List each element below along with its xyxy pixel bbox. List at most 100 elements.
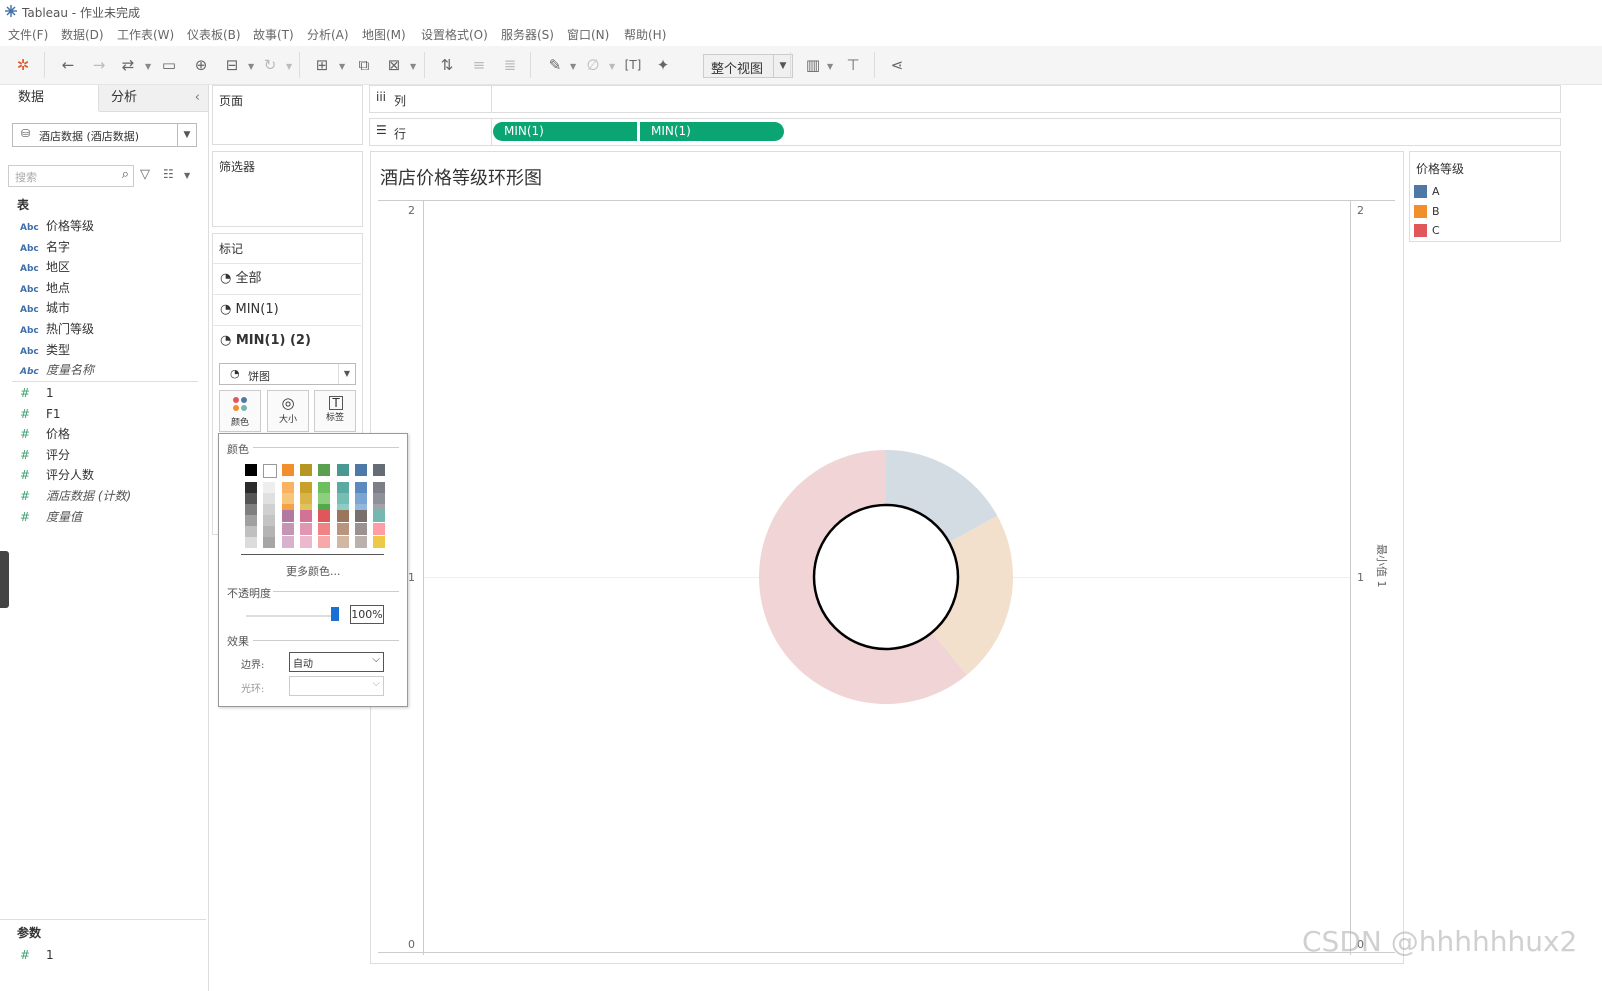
dimension-field[interactable]: Abc 名字 [20,237,70,257]
menu-data[interactable]: 数据(D) [61,26,104,43]
color-swatch[interactable] [281,536,294,548]
color-swatch[interactable] [263,515,276,526]
swap-icon[interactable]: ⇄ [117,54,139,76]
show-labels-icon[interactable]: [T] [622,54,644,76]
color-swatch[interactable] [245,464,257,476]
swap-rows-columns-icon[interactable]: ⇅ [436,54,458,76]
presentation-mode-icon[interactable]: ⊤ [842,54,864,76]
color-swatch[interactable] [299,493,312,504]
opacity-value-input[interactable]: 100% [350,605,384,624]
border-select[interactable]: 自动 ⌵ [289,652,384,672]
color-swatch[interactable] [336,510,349,522]
menu-dashboard[interactable]: 仪表板(B) [187,26,241,43]
highlight-icon[interactable]: ✎ [544,54,566,76]
color-swatch[interactable] [373,493,386,504]
dimension-field[interactable]: Abc 地区 [20,257,70,277]
dimension-field[interactable]: Abc 类型 [20,340,70,360]
menu-file[interactable]: 文件(F) [8,26,48,43]
color-swatch[interactable] [299,523,312,535]
filters-shelf[interactable]: 筛选器 [212,151,363,227]
new-worksheet-icon[interactable]: ⊞ [311,54,333,76]
chevron-down-icon[interactable]: ▼ [184,171,190,180]
filter-icon[interactable]: ▽ [140,167,150,182]
color-swatch[interactable] [299,510,312,522]
legend-item[interactable]: B [1414,204,1554,220]
color-swatch[interactable] [336,482,349,493]
measure-field[interactable]: #1 [20,383,54,403]
columns-shelf[interactable]: iii 列 [369,85,1561,113]
donut-hole[interactable] [812,503,960,651]
color-swatch[interactable] [281,482,294,493]
mark-type-select[interactable]: ◔ 饼图 ▼ [219,363,356,385]
color-swatch[interactable] [299,482,312,493]
color-swatch[interactable] [318,536,331,548]
color-swatch[interactable] [318,482,331,493]
color-swatch[interactable] [299,464,312,476]
color-swatch[interactable] [263,537,276,548]
tableau-home-icon[interactable]: ✲ [12,54,34,76]
color-swatch[interactable] [281,464,294,476]
measure-field[interactable]: # F1 [20,404,61,424]
more-colors-link[interactable]: 更多颜色... [286,563,341,579]
color-swatch[interactable] [281,523,294,535]
color-swatch[interactable] [336,536,349,548]
view-list-icon[interactable]: ☷ [163,167,174,181]
color-swatch[interactable] [373,482,386,493]
rows-pill-min1-2[interactable]: MIN(1) [640,122,784,141]
color-swatch[interactable] [373,536,386,548]
menu-map[interactable]: 地图(M) [362,26,406,43]
datasource-select[interactable]: ⛁ 酒店数据 (酒店数据) ▼ [12,123,197,147]
duplicate-icon[interactable]: ⧉ [353,54,375,76]
menu-help[interactable]: 帮助(H) [624,26,666,43]
color-swatch[interactable] [318,464,331,476]
color-swatch[interactable] [354,523,367,535]
color-swatch[interactable] [318,493,331,504]
marks-all[interactable]: ◔ 全部 [213,263,361,294]
halo-select[interactable]: ⌵ [289,676,384,696]
color-button[interactable]: 颜色 [219,390,261,432]
pause-updates-icon[interactable]: ⊟ [221,54,243,76]
color-swatch[interactable] [245,504,257,515]
refresh-icon[interactable]: ↻ [259,54,281,76]
color-swatch[interactable] [281,493,294,504]
color-swatch[interactable] [245,537,257,548]
measure-field[interactable]: # 评分人数 [20,465,94,485]
show-cards-icon[interactable]: ▥ [802,54,824,76]
save-icon[interactable]: ▭ [158,54,180,76]
clear-sheet-icon[interactable]: ⊠ [383,54,405,76]
color-swatch[interactable] [373,510,386,522]
color-swatch[interactable] [263,482,276,493]
opacity-slider-handle[interactable] [331,607,339,621]
color-swatch[interactable] [299,536,312,548]
sort-ascending-icon[interactable]: ≡ [468,54,490,76]
marks-min1[interactable]: ◔ MIN(1) [213,294,361,325]
label-button[interactable]: T 标签 [314,390,356,432]
parameter-item[interactable]: #1 [20,945,54,965]
legend-item[interactable]: A [1414,184,1554,200]
dimension-field[interactable]: Abc 热门等级 [20,319,94,339]
color-swatch[interactable] [281,510,294,522]
pin-axes-icon[interactable]: ✦ [652,54,674,76]
measure-field[interactable]: # 酒店数据 (计数) [20,486,131,506]
color-swatch[interactable] [263,526,276,537]
undo-icon[interactable]: ← [57,54,79,76]
collapse-icon[interactable]: ‹ [195,85,200,111]
measure-field[interactable]: # 度量值 [20,507,82,527]
color-swatch[interactable] [354,464,367,476]
color-swatch[interactable] [373,523,386,535]
side-handle[interactable] [0,551,9,608]
color-swatch[interactable] [318,523,331,535]
color-swatch[interactable] [263,464,278,478]
tab-analysis[interactable]: 分析 ‹ [99,85,208,112]
measure-field[interactable]: # 价格 [20,424,70,444]
legend-item[interactable]: C [1414,223,1554,239]
new-datasource-icon[interactable]: ⊕ [190,54,212,76]
group-members-icon[interactable]: ∅ [582,54,604,76]
color-swatch[interactable] [354,536,367,548]
menu-analysis[interactable]: 分析(A) [307,26,349,43]
color-swatch[interactable] [336,493,349,504]
color-swatch[interactable] [354,493,367,504]
size-button[interactable]: ◎ 大小 [267,390,309,432]
menu-window[interactable]: 窗口(N) [567,26,609,43]
color-swatch[interactable] [245,482,257,493]
